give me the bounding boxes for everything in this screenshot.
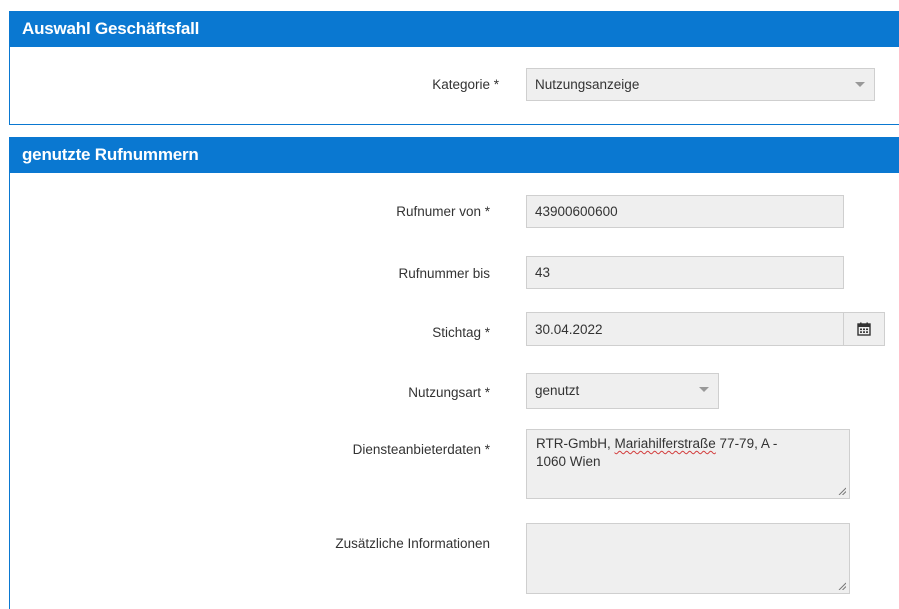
stichtag-label: Stichtag * [432, 325, 490, 340]
diensteanbieterdaten-textarea[interactable]: RTR-GmbH, Mariahilferstraße 77-79, A - 1… [526, 429, 850, 499]
textarea-text-segment: RTR-GmbH, [536, 436, 615, 451]
rufnummer-bis-label: Rufnummer bis [398, 266, 490, 281]
nutzungsart-select-value: genutzt [535, 383, 580, 398]
section-header: Auswahl Geschäftsfall [10, 11, 899, 47]
resize-handle-icon[interactable] [838, 487, 846, 495]
rufnummer-von-label: Rufnumer von * [396, 204, 490, 219]
calendar-button[interactable] [843, 312, 885, 346]
zusaetzliche-informationen-label: Zusätzliche Informationen [335, 536, 490, 551]
kategorie-select[interactable]: Nutzungsanzeige [526, 68, 875, 101]
stichtag-input[interactable] [526, 312, 844, 346]
kategorie-label: Kategorie * [432, 77, 499, 92]
chevron-down-icon [699, 387, 709, 392]
diensteanbieterdaten-text: RTR-GmbH, Mariahilferstraße 77-79, A - 1… [536, 435, 777, 471]
nutzungsart-label: Nutzungsart * [408, 385, 490, 400]
kategorie-select-value: Nutzungsanzeige [535, 77, 640, 92]
diensteanbieterdaten-label: Diensteanbieterdaten * [352, 442, 490, 457]
section-auswahl-geschaeftsfall: Auswahl Geschäftsfall Kategorie * Nutzun… [9, 11, 899, 125]
spellcheck-word: Mariahilferstraße [614, 436, 716, 451]
rufnummer-von-input[interactable] [526, 195, 844, 228]
resize-handle-icon[interactable] [838, 582, 846, 590]
textarea-text-segment: 1060 Wien [536, 454, 601, 469]
textarea-text-segment: 77-79, A - [715, 436, 778, 451]
section-genutzte-rufnummern: genutzte Rufnummern Rufnumer von * Rufnu… [9, 137, 899, 609]
rufnummer-bis-input[interactable] [526, 256, 844, 289]
nutzungsart-select[interactable]: genutzt [526, 373, 719, 409]
zusaetzliche-informationen-textarea[interactable] [526, 523, 850, 594]
calendar-icon [857, 322, 871, 336]
chevron-down-icon [855, 82, 865, 87]
section-header: genutzte Rufnummern [10, 137, 899, 173]
